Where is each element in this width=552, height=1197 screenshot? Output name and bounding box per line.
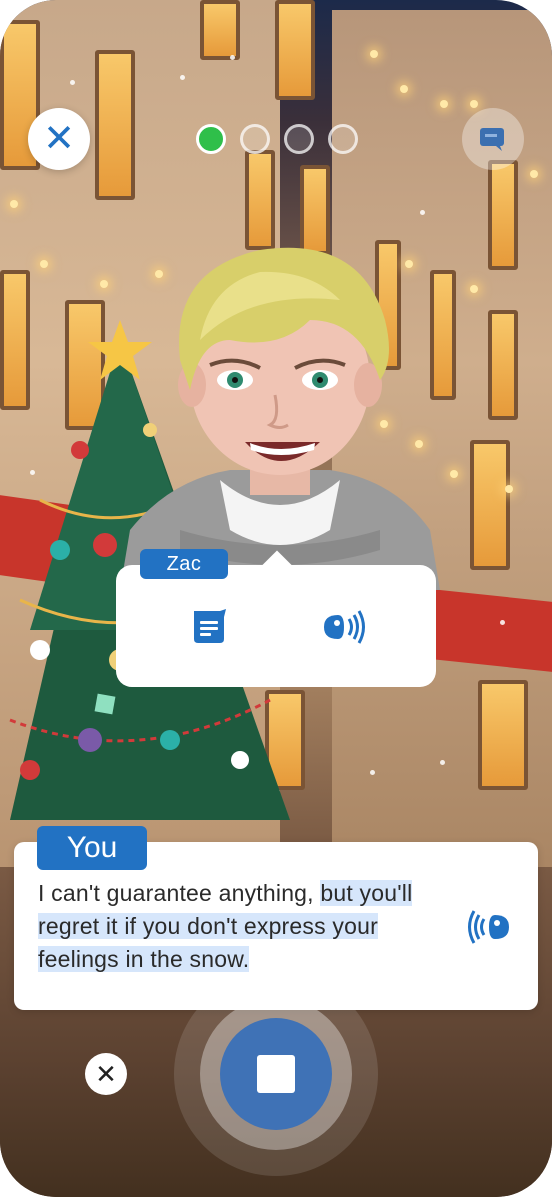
- partner-name-tag: Zac: [140, 549, 228, 579]
- close-icon: ✕: [95, 1059, 117, 1089]
- cancel-recording-button[interactable]: ✕: [85, 1053, 127, 1095]
- speaker-icon: [324, 610, 365, 644]
- string-light: [440, 100, 448, 108]
- transcript-plain: I can't guarantee anything,: [38, 880, 321, 906]
- partner-message-card: [116, 550, 436, 687]
- window: [470, 440, 510, 570]
- progress-indicator: [196, 124, 358, 154]
- awning: [422, 588, 552, 672]
- string-light: [450, 470, 458, 478]
- snowflake: [440, 760, 445, 765]
- snowflake: [370, 770, 375, 775]
- window: [95, 50, 135, 200]
- snowflake: [420, 210, 425, 215]
- speaker-icon: [468, 910, 509, 944]
- partner-avatar: [110, 230, 450, 590]
- text-bubble-icon: [194, 609, 226, 643]
- progress-step-4: [328, 124, 358, 154]
- show-text-button[interactable]: [190, 609, 228, 645]
- string-light: [370, 50, 378, 58]
- play-partner-audio-button[interactable]: [320, 607, 366, 647]
- stop-recording-button[interactable]: [220, 1018, 332, 1130]
- snowflake: [500, 620, 505, 625]
- snowflake: [230, 55, 235, 60]
- string-light: [530, 170, 538, 178]
- string-light: [470, 285, 478, 293]
- snowflake: [70, 80, 75, 85]
- string-light: [400, 85, 408, 93]
- window: [275, 0, 315, 100]
- close-button[interactable]: ✕: [28, 108, 90, 170]
- progress-step-3: [284, 124, 314, 154]
- string-light: [40, 260, 48, 268]
- string-light: [10, 200, 18, 208]
- app-screen: ✕ Zac You I can't guarantee anything, bu…: [0, 0, 552, 1197]
- string-light: [470, 100, 478, 108]
- string-light: [505, 485, 513, 493]
- user-label-tag: You: [37, 826, 147, 870]
- play-user-audio-button[interactable]: [465, 906, 513, 948]
- progress-step-1: [196, 124, 226, 154]
- snowflake: [180, 75, 185, 80]
- window: [488, 310, 518, 420]
- window: [488, 160, 518, 270]
- string-light: [100, 280, 108, 288]
- close-icon: ✕: [43, 118, 75, 160]
- user-transcript: I can't guarantee anything, but you'll r…: [38, 877, 458, 976]
- captions-button[interactable]: [462, 108, 524, 170]
- progress-step-2: [240, 124, 270, 154]
- window: [478, 680, 528, 790]
- stop-icon: [257, 1055, 295, 1093]
- caption-icon: [480, 128, 504, 151]
- window: [200, 0, 240, 60]
